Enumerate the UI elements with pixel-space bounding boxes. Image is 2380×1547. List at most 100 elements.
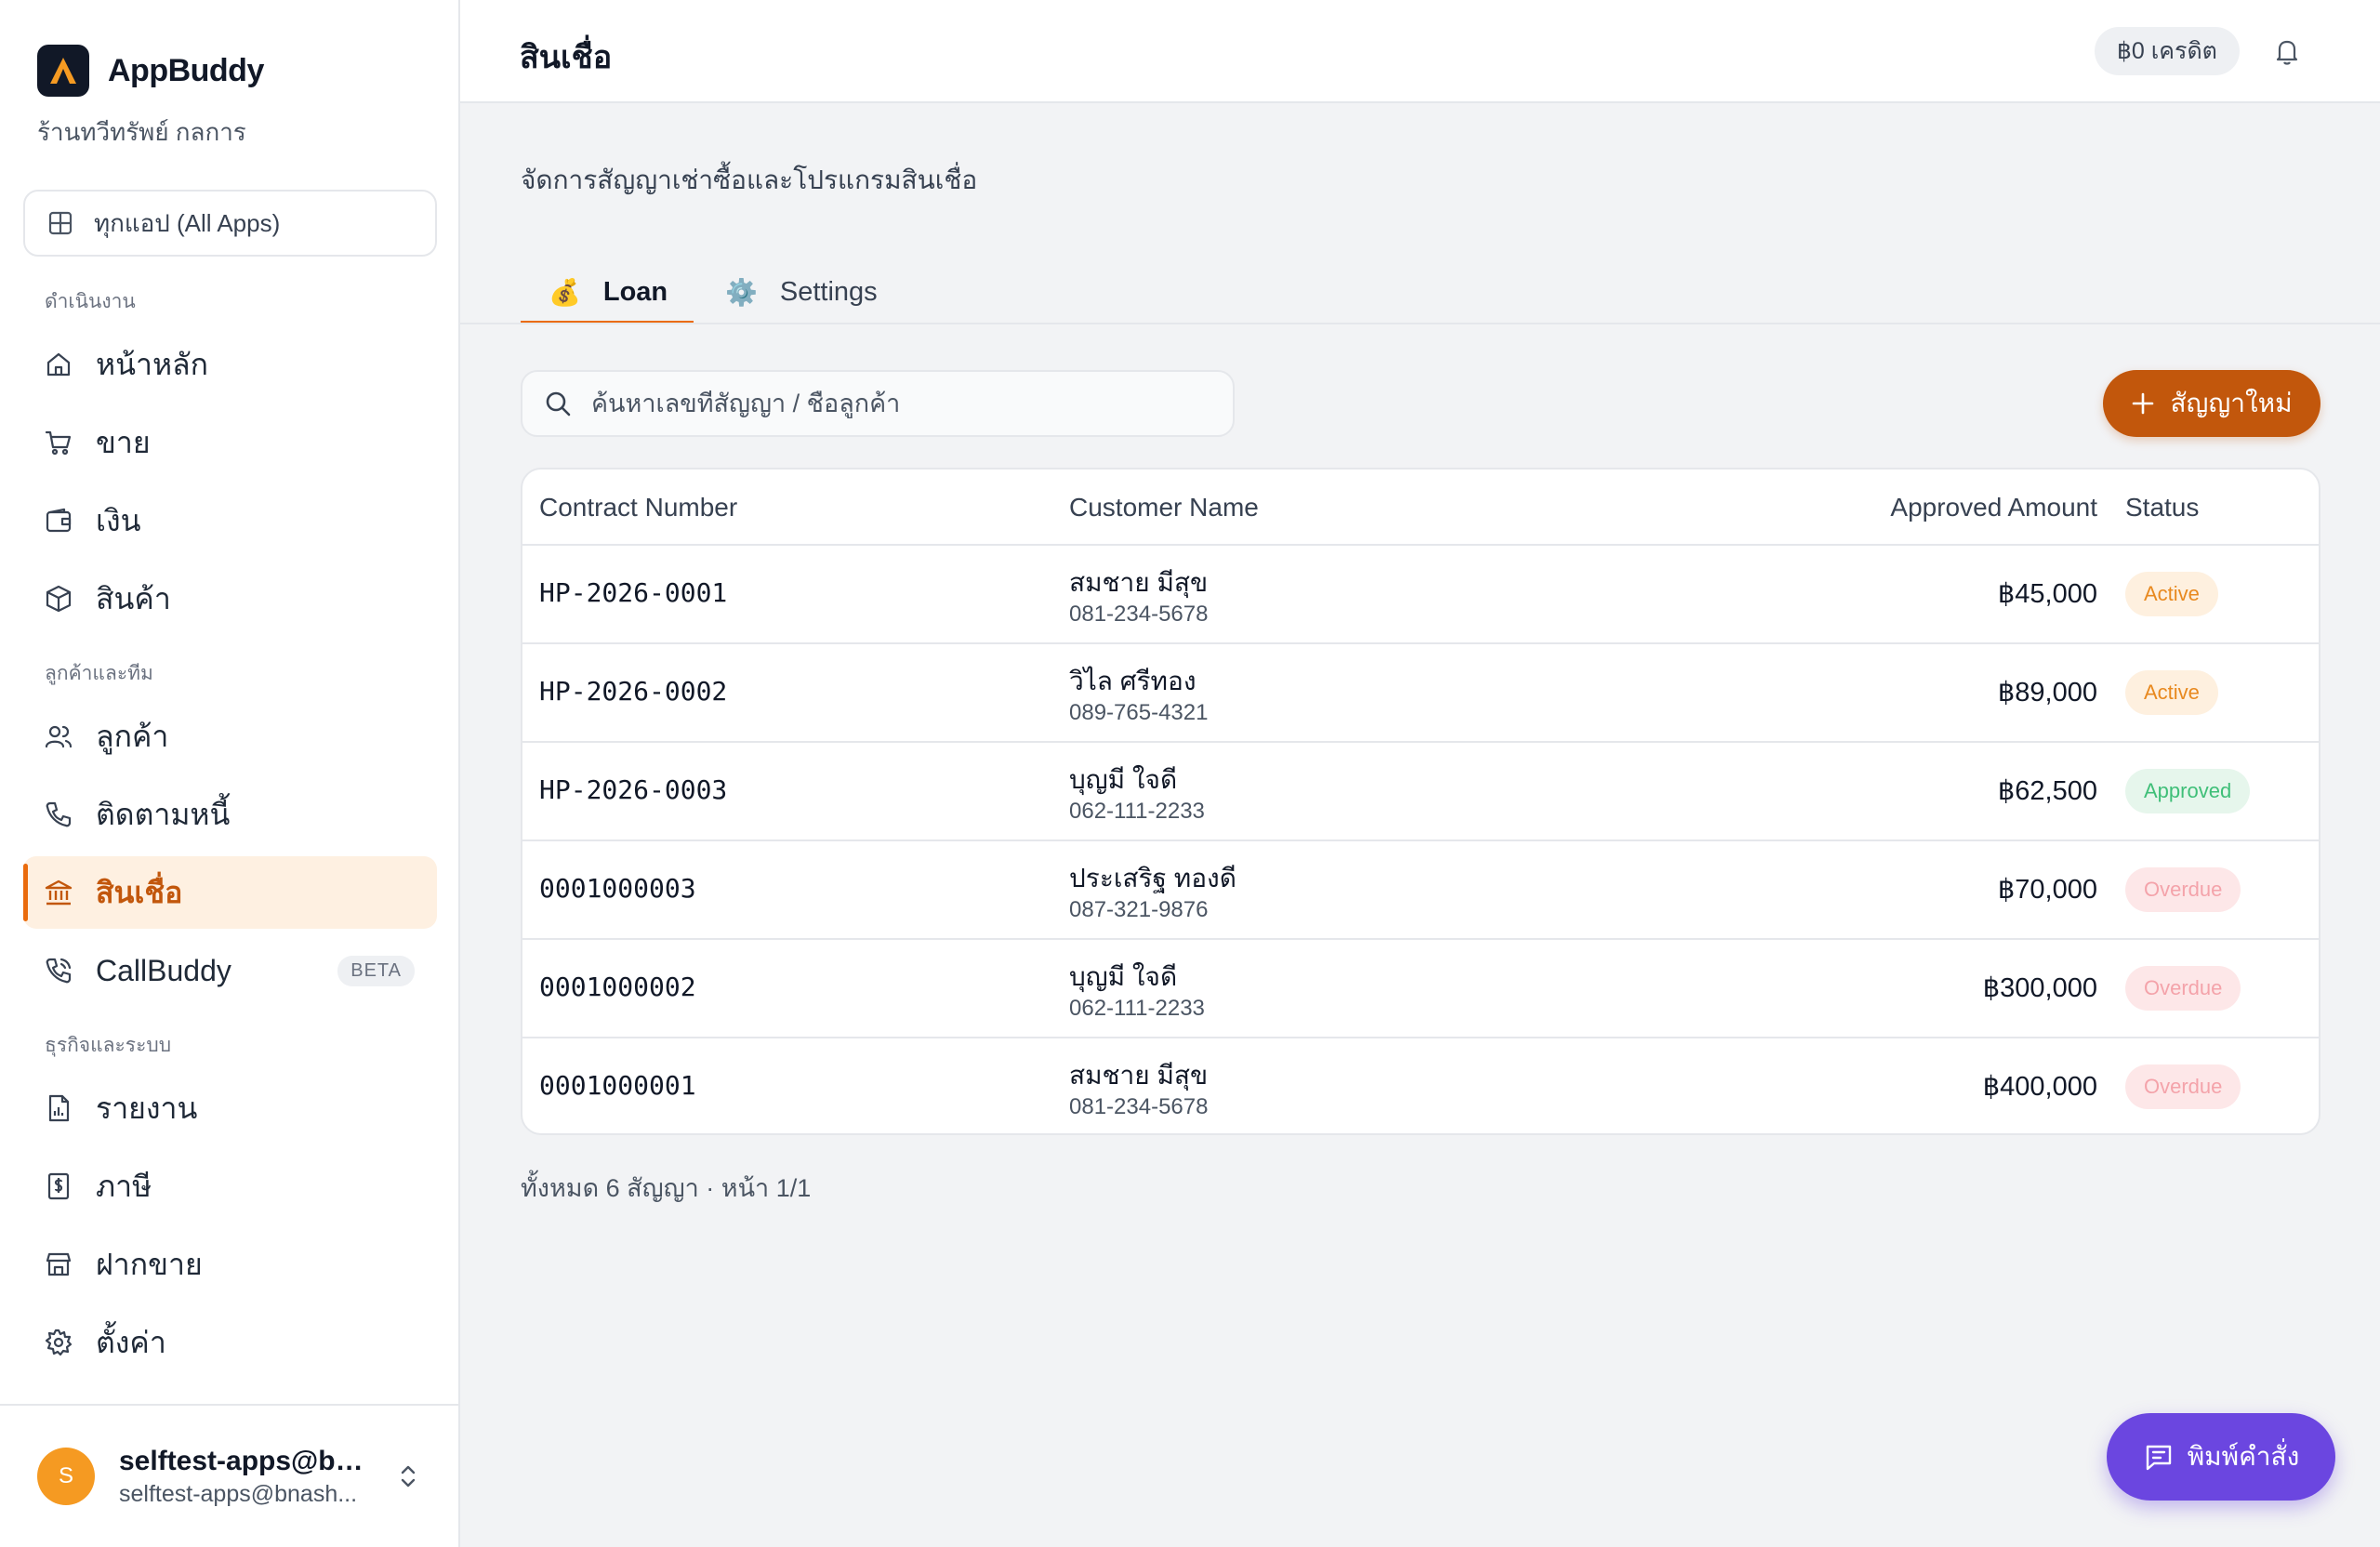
section-operations: ดำเนินงาน	[45, 291, 136, 312]
appbuddy-logo-icon	[37, 45, 89, 97]
cart-icon	[45, 430, 72, 456]
user-account-menu[interactable]: S selftest-apps@bn... selftest-apps@bnas…	[0, 1404, 460, 1547]
user-info: selftest-apps@bn... selftest-apps@bnash.…	[119, 1446, 370, 1508]
sidebar-item-sell[interactable]: ขาย	[23, 406, 437, 479]
status-badge: Overdue	[2125, 966, 2241, 1011]
approved-amount: ฿300,000	[1982, 973, 2097, 1003]
status-badge: Active	[2125, 572, 2218, 616]
tabs-divider	[460, 323, 2380, 324]
approved-amount: ฿89,000	[1997, 678, 2097, 707]
customer-phone: 087-321-9876	[1069, 897, 1209, 922]
sidebar-item-label: CallBuddy	[96, 953, 231, 987]
sidebar-item-label: ตั้งค่า	[96, 1325, 166, 1359]
tab-label: Settings	[779, 276, 878, 307]
gear-icon	[45, 1329, 73, 1356]
approved-amount: ฿45,000	[1997, 579, 2097, 609]
contracts-table: Contract Number Customer Name Approved A…	[521, 468, 2320, 1135]
new-contract-button[interactable]: สัญญาใหม่	[2103, 370, 2320, 437]
message-icon	[2146, 1445, 2171, 1471]
box-icon	[46, 585, 72, 613]
report-icon	[48, 1094, 70, 1122]
sidebar-item-label: ฝากขาย	[96, 1247, 203, 1281]
column-status[interactable]: Status	[2125, 493, 2199, 522]
column-approved-amount[interactable]: Approved Amount	[1890, 493, 2097, 522]
all-apps-label: ทุกแอป (All Apps)	[94, 208, 281, 237]
gear-icon: ⚙️	[725, 277, 758, 307]
beta-badge: BETA	[337, 956, 415, 986]
contract-number: HP-2026-0002	[539, 676, 728, 707]
sidebar-item-home[interactable]: หน้าหลัก	[23, 328, 437, 401]
sidebar-item-label: หน้าหลัก	[96, 347, 209, 381]
table-body: HP-2026-0001 สมชาย มีสุข 081-234-5678 ฿45,0…	[522, 546, 2319, 1133]
all-apps-button[interactable]: ทุกแอป (All Apps)	[23, 190, 437, 257]
command-button[interactable]: พิมพ์คำสั่ง	[2107, 1413, 2335, 1501]
table-row[interactable]: 0001000003 ประเสริฐ ทองดี 087-321-9876 ฿70,…	[522, 841, 2319, 940]
status-badge: Overdue	[2125, 1064, 2241, 1109]
tab-label: Loan	[602, 276, 668, 307]
approved-amount: ฿70,000	[1997, 875, 2097, 905]
customer-phone: 089-765-4321	[1069, 700, 1209, 725]
customer-phone: 062-111-2233	[1069, 996, 1205, 1021]
contract-number: 0001000001	[539, 1070, 696, 1101]
sidebar-item-money[interactable]: เงิน	[23, 484, 437, 557]
search-input[interactable]	[591, 389, 1186, 418]
sidebar-item-label: ติดตามหนี้	[96, 797, 231, 831]
customer-name: บุญมี ใจดี	[1069, 765, 1178, 794]
column-contract-number[interactable]: Contract Number	[539, 493, 737, 522]
sidebar-item-tax[interactable]: ภาษี	[23, 1150, 437, 1223]
grid-icon	[48, 211, 73, 235]
credit-balance[interactable]: ฿0 เครดิต	[2095, 27, 2240, 75]
customer-name: ประเสริฐ ทองดี	[1069, 864, 1236, 892]
customer-name: สมชาย มีสุข	[1069, 568, 1209, 597]
user-name: selftest-apps@bn...	[119, 1445, 370, 1476]
table-row[interactable]: HP-2026-0003 บุญมี ใจดี 062-111-2233 ฿62,50…	[522, 743, 2319, 841]
customer-name: บุญมี ใจดี	[1069, 962, 1178, 991]
sidebar-item-label: เงิน	[96, 503, 141, 537]
customer-phone: 062-111-2233	[1069, 799, 1205, 824]
sidebar-item-settings[interactable]: ตั้งค่า	[23, 1306, 437, 1379]
sidebar: AppBuddy ร้านทวีทรัพย์ กลการ ทุกแอป (All…	[0, 0, 460, 1547]
status-badge: Overdue	[2125, 867, 2241, 912]
section-business-system: ธุรกิจและระบบ	[45, 1035, 172, 1056]
table-row[interactable]: 0001000002 บุญมี ใจดี 062-111-2233 ฿300,000…	[522, 940, 2319, 1038]
sidebar-item-label: ลูกค้า	[96, 719, 169, 753]
table-row[interactable]: HP-2026-0002 วิไล ศรีทอง 089-765-4321 ฿89,0…	[522, 644, 2319, 743]
sidebar-item-customers[interactable]: ลูกค้า	[23, 700, 437, 773]
command-label: พิมพ์คำสั่ง	[2187, 1442, 2300, 1471]
sidebar-item-label: ภาษี	[96, 1169, 152, 1203]
receipt-icon	[47, 1172, 70, 1200]
home-icon	[46, 352, 71, 377]
users-icon	[45, 725, 73, 748]
sidebar-item-label: สินเชื่อ	[96, 875, 183, 909]
sidebar-item-products[interactable]: สินค้า	[23, 562, 437, 635]
sidebar-item-consign[interactable]: ฝากขาย	[23, 1228, 437, 1301]
tab-loan[interactable]: 💰 Loan	[521, 260, 694, 324]
tab-settings[interactable]: ⚙️ Settings	[725, 260, 878, 324]
bell-icon[interactable]	[2271, 35, 2303, 67]
phone-icon	[46, 801, 72, 827]
sidebar-item-reports[interactable]: รายงาน	[23, 1072, 437, 1144]
customer-phone: 081-234-5678	[1069, 602, 1209, 627]
sidebar-item-debt[interactable]: ติดตามหนี้	[23, 778, 437, 851]
customer-name: สมชาย มีสุข	[1069, 1061, 1209, 1090]
contract-number: HP-2026-0003	[539, 774, 728, 805]
page-title: สินเชื่อ	[520, 40, 613, 75]
money-bag-icon: 💰	[549, 277, 581, 307]
column-customer-name[interactable]: Customer Name	[1069, 493, 1259, 522]
search-box[interactable]	[521, 370, 1235, 437]
avatar: S	[37, 1448, 95, 1505]
sidebar-item-label: ขาย	[96, 425, 151, 459]
section-customers-team: ลูกค้าและทีม	[45, 663, 153, 684]
bank-icon	[45, 879, 73, 906]
store-icon	[46, 1252, 72, 1276]
new-contract-label: สัญญาใหม่	[2170, 389, 2293, 417]
approved-amount: ฿400,000	[1982, 1072, 2097, 1102]
brand[interactable]: AppBuddy	[37, 45, 264, 97]
wallet-icon	[46, 508, 72, 533]
app-name: AppBuddy	[108, 52, 264, 88]
sidebar-item-callbuddy[interactable]: CallBuddy BETA	[23, 934, 437, 1007]
status-badge: Approved	[2125, 769, 2251, 813]
table-row[interactable]: HP-2026-0001 สมชาย มีสุข 081-234-5678 ฿45,0…	[522, 546, 2319, 644]
sidebar-item-credit[interactable]: สินเชื่อ	[23, 856, 437, 929]
table-row[interactable]: 0001000001 สมชาย มีสุข 081-234-5678 ฿400,00…	[522, 1038, 2319, 1133]
